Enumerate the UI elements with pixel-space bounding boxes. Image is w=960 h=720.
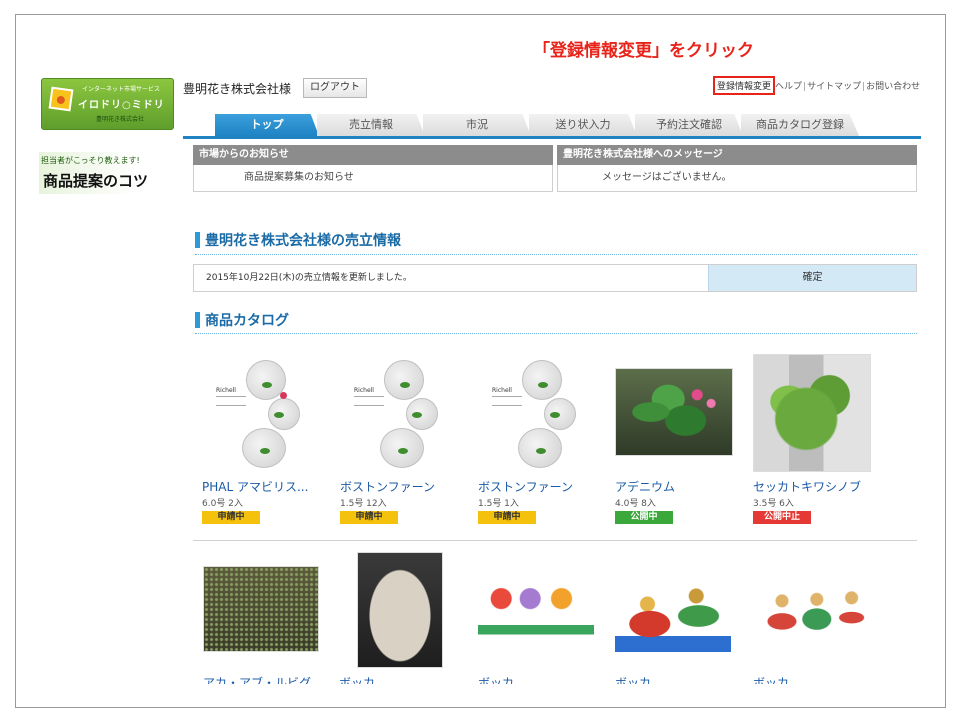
tab-reservation[interactable]: 予約注文確認 bbox=[635, 114, 743, 136]
tab-catalog-register[interactable]: 商品カタログ登録 bbox=[741, 114, 859, 136]
catalog-card[interactable]: ボッカ bbox=[753, 572, 883, 684]
status-badge: 申請中 bbox=[340, 511, 398, 524]
catalog-card[interactable]: Richell ボストンファーン 1.5号 12入 申請中 bbox=[340, 354, 470, 534]
product-name[interactable]: アカ・アブ・ルビグ bbox=[203, 674, 311, 684]
product-image[interactable] bbox=[615, 572, 731, 652]
account-settings-link[interactable]: 登録情報変更 bbox=[713, 76, 776, 95]
product-name[interactable]: ボッカ bbox=[753, 674, 789, 684]
product-image[interactable] bbox=[203, 566, 319, 652]
product-image[interactable] bbox=[753, 354, 871, 472]
product-image[interactable]: Richell bbox=[202, 354, 320, 472]
help-link[interactable]: ヘルプ bbox=[775, 79, 802, 92]
instruction-caption: 「登録情報変更」をクリック bbox=[533, 41, 754, 61]
market-notice-body: 商品提案募集のお知らせ bbox=[193, 165, 553, 192]
main-tabs: トップ 売立情報 市況 送り状入力 予約注文確認 商品カタログ登録 bbox=[215, 114, 921, 136]
banner-title: 商品提案のコツ bbox=[43, 172, 149, 190]
catalog-card[interactable]: ボッカ bbox=[615, 572, 745, 684]
product-image[interactable] bbox=[615, 368, 733, 456]
richell-logo: Richell bbox=[354, 387, 374, 394]
product-spec: 6.0号 2入 bbox=[202, 499, 243, 509]
sales-divider bbox=[195, 254, 917, 255]
product-name[interactable]: ボッカ bbox=[339, 674, 375, 684]
catalog-card[interactable]: セッカトキワシノブ 3.5号 6入 公開中止 bbox=[753, 354, 883, 534]
tab-market[interactable]: 市況 bbox=[423, 114, 531, 136]
browser-screen: インターネット市場サービス イロドリ○ミドリ 豊明花き株式会社 豊明花き株式会社… bbox=[37, 72, 921, 684]
status-badge: 公開中 bbox=[615, 511, 673, 524]
banner-subtitle: 担当者がこっそり教えます! bbox=[41, 156, 140, 165]
logo-company: 豊明花き株式会社 bbox=[96, 116, 145, 123]
top-links: 登録情報変更 ヘルプ|サイトマップ|お問い合わせ bbox=[713, 76, 920, 95]
tab-invoice[interactable]: 送り状入力 bbox=[529, 114, 637, 136]
product-image[interactable]: Richell bbox=[478, 354, 596, 472]
contact-link[interactable]: お問い合わせ bbox=[866, 79, 920, 92]
catalog-row-divider bbox=[193, 540, 917, 541]
richell-logo: Richell bbox=[492, 387, 512, 394]
site-logo[interactable]: インターネット市場サービス イロドリ○ミドリ 豊明花き株式会社 bbox=[41, 78, 174, 130]
status-badge: 申請中 bbox=[202, 511, 260, 524]
product-name[interactable]: ボッカ bbox=[478, 674, 514, 684]
catalog-card[interactable]: Richell ボストンファーン 1.5号 1入 申請中 bbox=[478, 354, 608, 534]
message-body: メッセージはございません。 bbox=[557, 165, 917, 192]
tab-underline bbox=[183, 136, 921, 139]
logout-button[interactable]: ログアウト bbox=[303, 78, 367, 98]
catalog-card[interactable]: アカ・アブ・ルビグ bbox=[203, 566, 333, 684]
house-icon bbox=[48, 86, 74, 112]
logo-brand: イロドリ○ミドリ bbox=[78, 100, 165, 111]
product-name[interactable]: ボストンファーン bbox=[340, 478, 435, 495]
richell-logo: Richell bbox=[216, 387, 236, 394]
sales-update-text: 2015年10月22日(木)の売立情報を更新しました。 bbox=[206, 273, 412, 283]
tab-top[interactable]: トップ bbox=[215, 114, 319, 136]
tab-sales[interactable]: 売立情報 bbox=[317, 114, 425, 136]
product-name[interactable]: ボッカ bbox=[615, 674, 651, 684]
product-name[interactable]: セッカトキワシノブ bbox=[753, 478, 861, 495]
product-spec: 1.5号 1入 bbox=[478, 499, 519, 509]
logo-subtitle: インターネット市場サービス bbox=[82, 86, 161, 93]
product-image[interactable] bbox=[478, 572, 594, 648]
product-image[interactable]: Richell bbox=[340, 354, 458, 472]
message-heading: 豊明花き株式会社様へのメッセージ bbox=[557, 145, 917, 165]
confirm-button[interactable]: 確定 bbox=[708, 265, 916, 291]
status-badge: 申請中 bbox=[478, 511, 536, 524]
product-spec: 3.5号 6入 bbox=[753, 499, 794, 509]
product-name[interactable]: ボストンファーン bbox=[478, 478, 573, 495]
product-name[interactable]: アデニウム bbox=[615, 478, 675, 495]
product-spec: 1.5号 12入 bbox=[340, 499, 387, 509]
market-notice-link[interactable]: 商品提案募集のお知らせ bbox=[244, 172, 354, 183]
sales-info-box: 2015年10月22日(木)の売立情報を更新しました。 確定 bbox=[193, 264, 917, 292]
market-notice-heading: 市場からのお知らせ bbox=[193, 145, 553, 165]
product-image[interactable] bbox=[357, 552, 443, 668]
status-badge: 公開中止 bbox=[753, 511, 811, 524]
catalog-divider bbox=[195, 333, 917, 334]
catalog-card[interactable]: アデニウム 4.0号 8入 公開中 bbox=[615, 354, 745, 534]
sitemap-link[interactable]: サイトマップ bbox=[807, 79, 861, 92]
tips-banner[interactable]: 担当者がこっそり教えます! 商品提案のコツ bbox=[39, 152, 179, 194]
catalog-card[interactable]: ボッカ bbox=[339, 552, 487, 684]
sales-section-title: 豊明花き株式会社様の売立情報 bbox=[195, 230, 401, 250]
catalog-section-title: 商品カタログ bbox=[195, 310, 289, 330]
product-name[interactable]: PHAL アマビリス... bbox=[202, 478, 308, 495]
product-spec: 4.0号 8入 bbox=[615, 499, 656, 509]
catalog-card[interactable]: Richell PHAL アマビリス... 6.0号 2入 申請中 bbox=[202, 354, 332, 534]
product-image[interactable] bbox=[753, 572, 869, 648]
company-name: 豊明花き株式会社様 bbox=[183, 82, 292, 96]
catalog-card[interactable]: ボッカ bbox=[478, 572, 608, 684]
